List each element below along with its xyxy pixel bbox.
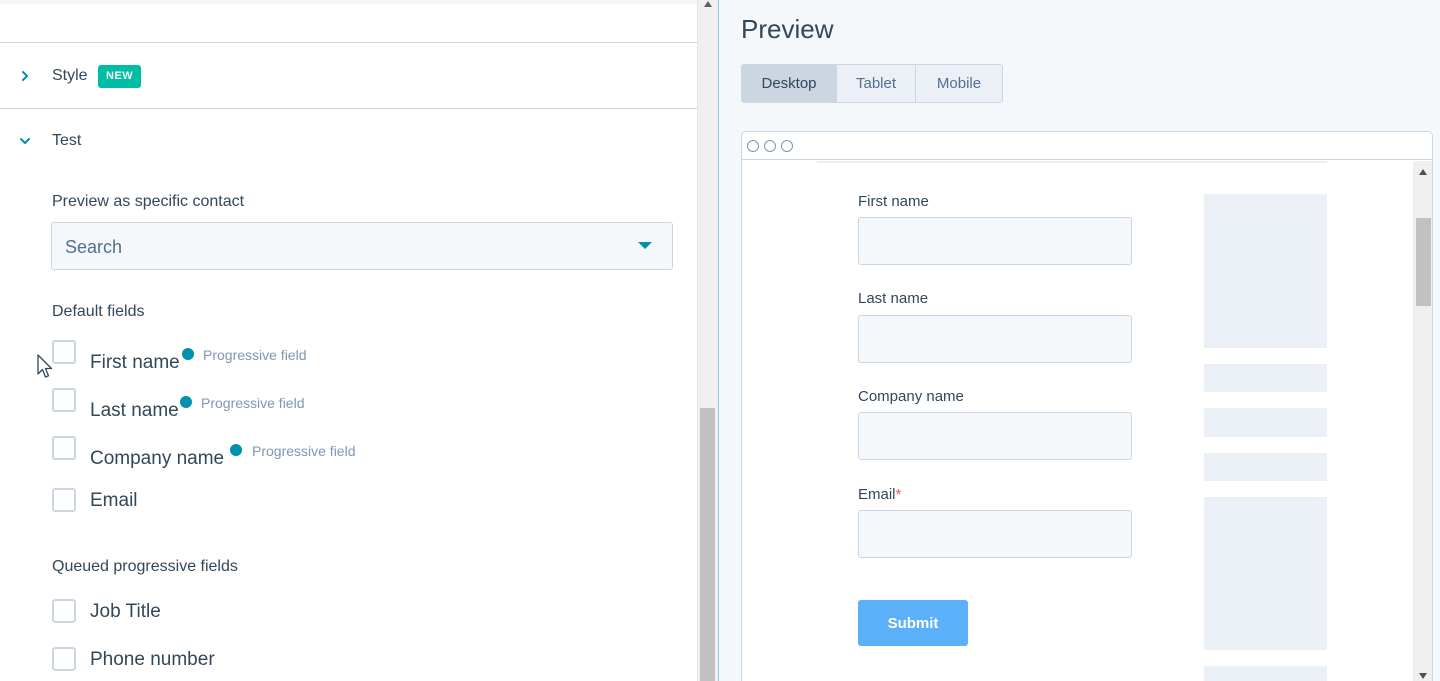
checkbox-label: Last name [90,400,179,421]
mouse-cursor-icon [37,354,53,378]
browser-title-bar [742,132,1432,160]
last-name-input[interactable] [858,315,1132,363]
queued-fields-heading: Queued progressive fields [52,558,238,575]
default-field-row: Email [52,488,452,520]
submit-button[interactable]: Submit [858,600,968,646]
queued-field-row: Phone number [52,647,452,679]
email-checkbox[interactable] [52,488,76,512]
browser-frame: First name Last name Company name Email*… [741,131,1433,681]
content-divider [817,161,1327,163]
progressive-field-tag: Progressive field [252,443,356,459]
style-section-header[interactable]: Style NEW [0,54,697,98]
required-mark: * [895,486,902,503]
window-dot-icon [747,140,759,152]
divider [0,42,697,43]
window-dot-icon [781,140,793,152]
form-field-label: Company name [858,388,964,405]
phone-number-checkbox[interactable] [52,647,76,671]
default-field-row: First name Progressive field [52,340,452,373]
checkbox-label: Company name [90,448,225,469]
device-tabs: Desktop Tablet Mobile [741,64,1003,103]
tab-mobile[interactable]: Mobile [916,65,1002,102]
preview-panel: Preview Desktop Tablet Mobile First name… [719,0,1440,681]
test-section-title: Test [52,132,82,149]
top-strip [0,0,697,4]
progressive-field-tag: Progressive field [203,347,307,363]
last-name-checkbox[interactable] [52,388,76,412]
preview-contact-label: Preview as specific contact [52,193,245,210]
placeholder-block [1204,408,1327,437]
tab-desktop[interactable]: Desktop [742,65,837,102]
company-name-input[interactable] [858,412,1132,460]
first-name-checkbox[interactable] [52,340,76,364]
preview-title: Preview [741,14,834,44]
scroll-down-arrow-icon[interactable] [1418,672,1428,680]
default-field-row: Last name Progressive field [52,388,452,421]
contact-search-select[interactable]: Search [51,222,673,270]
placeholder-block [1204,666,1327,681]
placeholder-block [1204,453,1327,481]
placeholder-block [1204,194,1327,348]
divider [0,108,697,109]
form-field-label: First name [858,193,929,210]
progressive-dot-icon [230,444,242,456]
checkbox-label: Email [90,490,138,511]
placeholder-block [1204,497,1327,650]
style-section-title: Style [52,67,88,84]
new-badge: NEW [98,64,142,88]
progressive-dot-icon [180,396,192,408]
progressive-dot-icon [182,348,194,360]
tab-tablet[interactable]: Tablet [837,65,916,102]
job-title-checkbox[interactable] [52,599,76,623]
first-name-input[interactable] [858,217,1132,265]
caret-down-icon [638,242,652,249]
settings-panel: Style NEW Test Preview as specific conta… [0,0,697,681]
chevron-down-icon [18,134,32,148]
scroll-up-arrow-icon[interactable] [1418,168,1428,176]
chevron-right-icon [18,69,32,83]
search-placeholder: Search [65,237,123,257]
progressive-field-tag: Progressive field [201,395,305,411]
company-name-checkbox[interactable] [52,436,76,460]
checkbox-label: Phone number [90,649,215,670]
placeholder-block [1204,364,1327,392]
default-fields-heading: Default fields [52,303,145,320]
form-preview: First name Last name Company name Email*… [742,161,1432,681]
window-dot-icon [764,140,776,152]
email-field-label: Email* [858,486,901,503]
checkbox-label: First name [90,352,180,373]
default-field-row: Company name Progressive field [52,436,452,469]
email-input[interactable] [858,510,1132,558]
test-section-header[interactable]: Test [0,119,697,163]
form-field-label: Last name [858,290,929,307]
form-field-label: Email [858,486,896,503]
scroll-up-arrow-icon[interactable] [703,0,713,8]
queued-field-row: Job Title [52,599,452,631]
checkbox-label: Job Title [90,601,161,622]
settings-scrollbar-thumb[interactable] [700,408,715,681]
preview-scrollbar-thumb[interactable] [1416,218,1431,306]
